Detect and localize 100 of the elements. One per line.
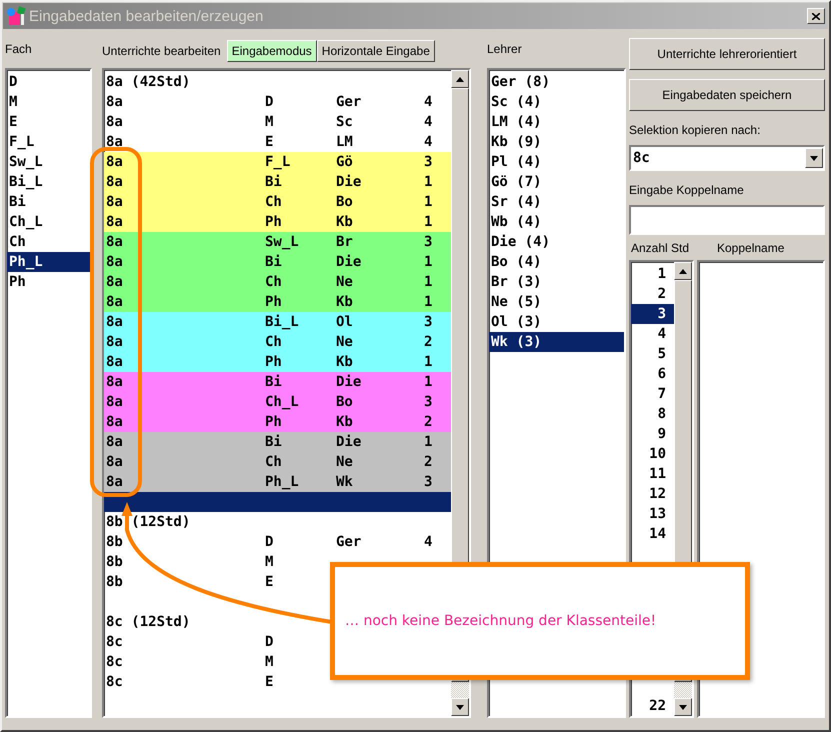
list-item[interactable]: 5 — [631, 344, 674, 364]
scroll-up-button[interactable] — [451, 70, 469, 88]
list-item[interactable]: 4 — [631, 324, 674, 344]
table-cell-text: 8a — [105, 153, 124, 172]
list-item[interactable]: 9 — [631, 424, 674, 444]
list-item[interactable]: 8 — [631, 404, 674, 424]
list-item[interactable]: D — [7, 72, 90, 92]
list-row[interactable]: 8a Bi Die 1 — [104, 252, 451, 272]
table-cell-text: 4 — [424, 93, 432, 112]
list-item[interactable]: Gö (7) — [489, 172, 624, 192]
list-row[interactable]: 8a Ch_L Bo 3 — [104, 392, 451, 412]
scroll-down-button[interactable] — [451, 698, 469, 716]
list-row[interactable]: 8a Ch Ne 2 — [104, 332, 451, 352]
list-item[interactable]: Ger (8) — [489, 72, 624, 92]
list-item[interactable]: LM (4) — [489, 112, 624, 132]
list-item[interactable]: 13 — [631, 504, 674, 524]
list-item[interactable]: Br (3) — [489, 272, 624, 292]
list-row[interactable]: 8b D Ger 4 — [104, 532, 451, 552]
table-cell-text: 4 — [424, 133, 432, 152]
list-item[interactable]: Kb (9) — [489, 132, 624, 152]
table-cell-text: 8a — [105, 273, 124, 292]
list-item[interactable]: Ph — [7, 272, 90, 292]
table-cell-text: 8a — [105, 193, 124, 212]
table-cell-text: 1 — [424, 193, 432, 212]
list-item[interactable]: Bo (4) — [489, 252, 624, 272]
action-button[interactable]: Eingabedaten speichern — [629, 79, 825, 111]
list-item[interactable]: M — [7, 92, 90, 112]
table-cell-text: Ne — [336, 333, 354, 352]
list-row[interactable]: 8a F_L Gö 3 — [104, 152, 451, 172]
list-item[interactable]: Ne (5) — [489, 292, 624, 312]
list-row[interactable]: 8a Bi Die 1 — [104, 432, 451, 452]
list-row[interactable]: 8a Ph_L Wk 3 — [104, 472, 451, 492]
table-cell-text: 8a — [105, 333, 124, 352]
table-cell-text: 3 — [424, 313, 432, 332]
list-item[interactable]: Ch — [7, 232, 90, 252]
list-item[interactable]: E — [7, 112, 90, 132]
mode-button[interactable]: Eingabemodus — [226, 40, 317, 62]
list-item[interactable]: 11 — [631, 464, 674, 484]
list-item[interactable]: Ch_L — [7, 212, 90, 232]
list-item[interactable]: 2 — [631, 284, 674, 304]
list-item[interactable]: 10 — [631, 444, 674, 464]
list-row[interactable]: 8a Ph Kb 1 — [104, 352, 451, 372]
list-item[interactable]: F_L — [7, 132, 90, 152]
scroll-track[interactable] — [674, 682, 692, 698]
list-row[interactable] — [104, 492, 451, 512]
list-item[interactable]: Bi — [7, 192, 90, 212]
list-item[interactable]: Wb (4) — [489, 212, 624, 232]
list-row[interactable]: 8a M Sc 4 — [104, 112, 451, 132]
table-cell-text: 8a — [105, 233, 124, 252]
table-cell-text: Sw_L — [265, 233, 300, 252]
table-cell-text: E — [265, 573, 274, 592]
table-cell-text: 2 — [424, 453, 432, 472]
list-row[interactable]: 8a Bi Die 1 — [104, 172, 451, 192]
list-row[interactable]: 8a E LM 4 — [104, 132, 451, 152]
table-cell-text: 8a — [105, 173, 124, 192]
subject-list[interactable]: D M E F_L Sw_L Bi_L Bi Ch_L Ch Ph_L Ph — [5, 68, 92, 718]
mode-button[interactable]: Horizontale Eingabe — [316, 40, 435, 62]
list-item[interactable]: 6 — [631, 364, 674, 384]
list-item[interactable]: Ph_L — [7, 252, 90, 272]
action-button[interactable]: Unterrichte lehrerorientiert — [629, 38, 825, 70]
list-item[interactable]: Pl (4) — [489, 152, 624, 172]
list-row[interactable]: 8a Ch Ne 1 — [104, 272, 451, 292]
table-cell-text: 3 — [424, 153, 432, 172]
table-cell-text: Ol — [336, 313, 354, 332]
list-item[interactable]: Sc (4) — [489, 92, 624, 112]
dropdown-button[interactable] — [805, 148, 823, 168]
list-item[interactable]: Sw_L — [7, 152, 90, 172]
table-cell-text: Br — [336, 233, 354, 252]
list-item[interactable]: 12 — [631, 484, 674, 504]
up-arrow-icon — [679, 268, 687, 274]
close-button[interactable] — [807, 8, 825, 24]
list-row[interactable]: 8a Ph Kb 1 — [104, 212, 451, 232]
class-header: 8a (42Std) — [105, 73, 192, 92]
list-row[interactable]: 8a Ch Bo 1 — [104, 192, 451, 212]
scroll-down-button[interactable] — [674, 698, 692, 716]
list-row[interactable]: 8a (42Std) — [104, 72, 451, 92]
list-item[interactable]: 7 — [631, 384, 674, 404]
list-item[interactable]: 1 — [631, 264, 674, 284]
input-field[interactable] — [629, 205, 825, 235]
list-row[interactable]: 8a D Ger 4 — [104, 92, 451, 112]
list-item[interactable]: 14 — [631, 524, 674, 544]
list-row[interactable]: 8a Bi_L Ol 3 — [104, 312, 451, 332]
table-cell-text: 8b — [105, 533, 124, 552]
list-row[interactable]: 8a Ph Kb 2 — [104, 412, 451, 432]
list-row[interactable]: 8a Ch Ne 2 — [104, 452, 451, 472]
list-item[interactable]: Wk (3) — [489, 332, 624, 352]
list-item[interactable]: Sr (4) — [489, 192, 624, 212]
list-item[interactable]: Ol (3) — [489, 312, 624, 332]
table-cell-text: Kb — [336, 293, 354, 312]
list-item[interactable]: 3 — [631, 304, 674, 324]
list-row[interactable]: 8a Ph Kb 1 — [104, 292, 451, 312]
list-row[interactable]: 8a Sw_L Br 3 — [104, 232, 451, 252]
list-row[interactable]: 8a Bi Die 1 — [104, 372, 451, 392]
list-item[interactable]: 22 — [631, 696, 674, 716]
list-item[interactable]: Die (4) — [489, 232, 624, 252]
target-dropdown[interactable]: 8c — [629, 145, 825, 171]
scroll-track[interactable] — [451, 682, 469, 698]
list-item[interactable]: Bi_L — [7, 172, 90, 192]
list-row[interactable]: 8b (12Std) — [104, 512, 451, 532]
scroll-up-button[interactable] — [674, 262, 692, 280]
